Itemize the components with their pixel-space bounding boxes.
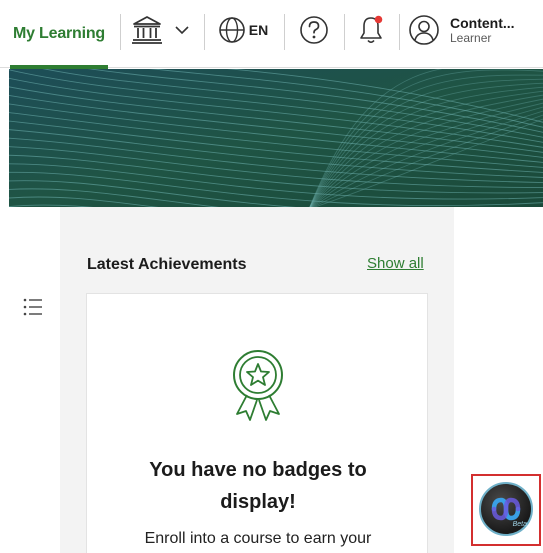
beta-label: Beta <box>512 521 527 528</box>
section-title: Latest Achievements <box>87 256 247 273</box>
nav-divider <box>344 14 345 50</box>
list-menu-icon <box>23 298 42 316</box>
help-button[interactable] <box>292 10 336 50</box>
nav-tab-label: My Learning <box>12 25 106 42</box>
help-icon <box>300 16 328 44</box>
globe-icon <box>218 17 245 43</box>
assistant-button[interactable]: Beta <box>479 482 533 536</box>
empty-state-title: You have no badges to display! <box>149 459 367 513</box>
achievements-panel: Latest Achievements Show all You have no… <box>60 207 454 553</box>
nav-tab-my-learning[interactable]: My Learning <box>10 0 108 69</box>
institution-icon <box>132 16 162 44</box>
language-label: EN <box>248 22 269 38</box>
nav-divider <box>204 14 205 50</box>
nav-divider <box>399 14 400 50</box>
assistant-highlight: Beta <box>471 474 541 546</box>
top-navigation: My Learning EN Content... Learner <box>0 0 543 69</box>
empty-badges-card: You have no badges to display! Enroll in… <box>86 293 428 553</box>
chevron-down-icon <box>175 26 189 35</box>
badge-ribbon-icon <box>233 350 283 421</box>
assistant-logo-icon <box>491 497 521 521</box>
notifications-button[interactable] <box>352 10 390 50</box>
user-avatar-icon <box>409 15 439 45</box>
sidebar-toggle[interactable] <box>22 296 44 318</box>
institution-selector[interactable] <box>128 10 194 50</box>
bell-icon <box>360 15 383 44</box>
show-all-link[interactable]: Show all <box>367 255 424 272</box>
nav-divider <box>284 14 285 50</box>
language-selector[interactable]: EN <box>212 10 274 50</box>
empty-state-description: Enroll into a course to earn your <box>144 530 372 547</box>
banner-wave-pattern <box>9 69 543 207</box>
hero-banner <box>9 69 543 207</box>
nav-divider <box>120 14 121 50</box>
user-role: Learner <box>450 30 492 45</box>
user-menu[interactable]: Content... Learner <box>408 10 540 50</box>
user-name: Content... <box>450 14 515 31</box>
